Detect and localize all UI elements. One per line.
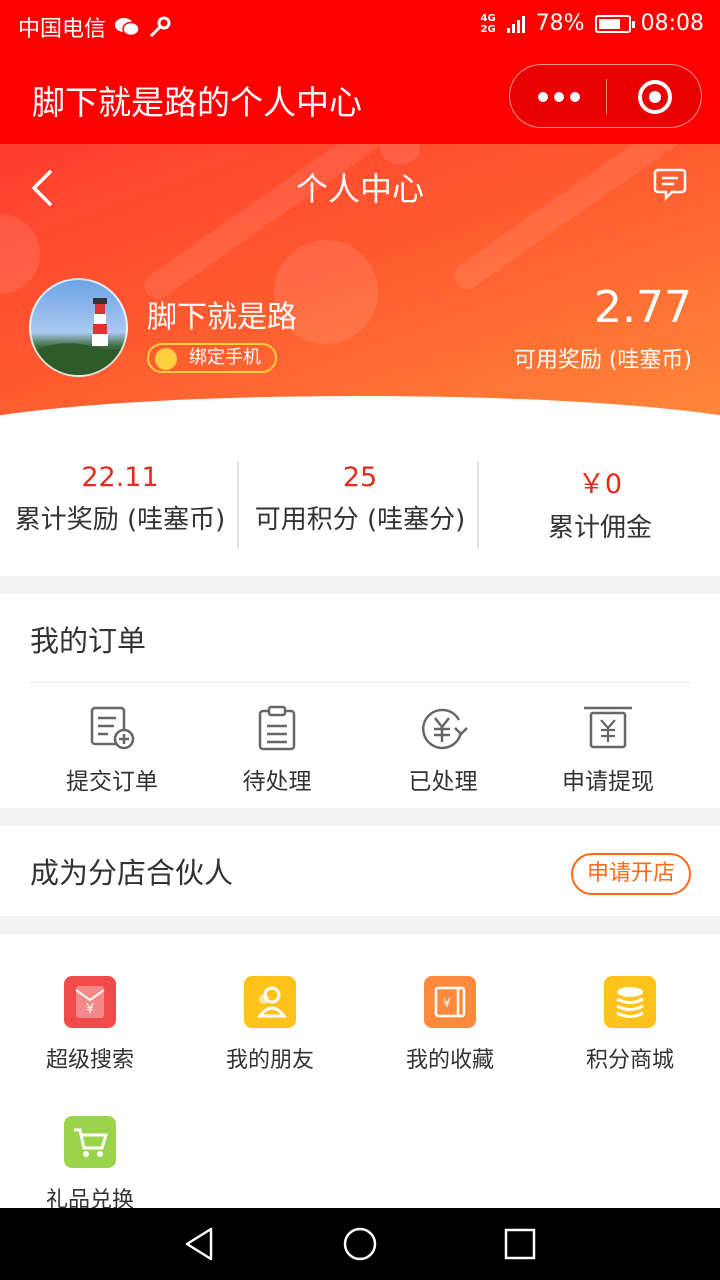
stat-label: 累计奖励 (哇塞币) xyxy=(14,505,226,535)
friends-icon xyxy=(244,976,296,1028)
order-submit[interactable]: 提交订单 xyxy=(27,702,197,796)
orders-divider xyxy=(30,682,690,683)
svg-text:¥: ¥ xyxy=(443,996,451,1010)
clipboard-icon xyxy=(258,705,296,751)
home-nav-icon[interactable] xyxy=(341,1225,379,1263)
submit-order-icon xyxy=(90,706,135,750)
user-name: 脚下就是路 xyxy=(147,300,297,335)
red-envelope-icon: ¥ xyxy=(64,976,116,1028)
back-nav-icon[interactable] xyxy=(181,1225,219,1263)
stat-total-commission[interactable]: ￥0 累计佣金 xyxy=(480,462,720,544)
battery-icon xyxy=(594,14,635,33)
battery-percent: 78% xyxy=(535,11,585,36)
orders-title: 我的订单 xyxy=(30,624,147,658)
profile-header: 个人中心 脚下就是路 绑定手机 2.77 可用奖励 (哇塞币) xyxy=(0,144,720,434)
stat-available-points[interactable]: 25 可用积分 (哇塞分) xyxy=(240,462,480,536)
status-bar: 中国电信 4G 2G 78% 08:08 xyxy=(0,0,720,50)
svg-text:¥: ¥ xyxy=(86,1002,94,1017)
order-processed[interactable]: 已处理 xyxy=(358,702,528,796)
stat-value: 22.11 xyxy=(81,462,159,493)
carrier-label: 中国电信 xyxy=(18,17,107,42)
stat-label: 累计佣金 xyxy=(547,513,652,543)
clock: 08:08 xyxy=(640,11,704,36)
stats-panel: 22.11 累计奖励 (哇塞币) 25 可用积分 (哇塞分) ￥0 累计佣金 xyxy=(0,434,720,576)
favorites-icon: ¥ xyxy=(424,976,476,1028)
feature-gift-exchange[interactable]: 礼品兑换 xyxy=(0,1116,180,1208)
stat-divider xyxy=(237,461,239,549)
capsule-divider xyxy=(606,79,607,115)
feature-label: 超级搜索 xyxy=(45,1048,134,1073)
order-label: 申请提现 xyxy=(562,769,654,795)
feature-label: 我的朋友 xyxy=(225,1048,314,1073)
orders-section: 我的订单 提交订单 待处理 已处理 申请提现 xyxy=(0,594,720,808)
close-mini-program-icon[interactable] xyxy=(638,80,672,114)
capsule-menu xyxy=(509,64,702,128)
more-icon[interactable] xyxy=(538,88,580,106)
cart-icon xyxy=(64,1116,116,1168)
feature-points-mall[interactable]: 积分商城 xyxy=(540,976,720,1074)
stat-label: 可用积分 (哇塞分) xyxy=(254,505,466,535)
mini-program-bar: 脚下就是路的个人中心 xyxy=(0,50,720,144)
feature-label: 我的收藏 xyxy=(405,1048,494,1073)
order-label: 待处理 xyxy=(242,769,312,795)
feature-grid: ¥ 超级搜索 我的朋友 ¥ 我的收藏 积分商城 礼品兑换 xyxy=(0,934,720,1208)
mini-program-title: 脚下就是路的个人中心 xyxy=(32,83,362,122)
message-icon[interactable] xyxy=(652,166,688,202)
recents-nav-icon[interactable] xyxy=(501,1225,539,1263)
balance-value: 2.77 xyxy=(594,282,692,333)
apply-shop-button[interactable]: 申请开店 xyxy=(571,853,691,895)
withdraw-icon xyxy=(584,706,632,749)
page-title: 个人中心 xyxy=(295,170,424,208)
order-pending[interactable]: 待处理 xyxy=(192,702,362,796)
feature-super-search[interactable]: ¥ 超级搜索 xyxy=(0,976,180,1074)
key-icon xyxy=(149,16,171,38)
crown-icon xyxy=(155,348,177,370)
balance-label: 可用奖励 (哇塞币) xyxy=(513,348,692,373)
wechat-icon xyxy=(115,18,140,37)
bind-phone-button[interactable]: 绑定手机 xyxy=(147,343,277,373)
order-label: 已处理 xyxy=(408,769,478,795)
stat-total-reward[interactable]: 22.11 累计奖励 (哇塞币) xyxy=(0,462,240,536)
stat-value: 25 xyxy=(342,462,378,493)
system-nav-bar xyxy=(0,1208,720,1280)
yuan-refresh-icon xyxy=(422,708,468,750)
order-withdraw[interactable]: 申请提现 xyxy=(523,702,693,796)
signal-icon xyxy=(506,15,525,33)
coins-icon xyxy=(604,976,656,1028)
network-type: 4G 2G xyxy=(480,12,496,35)
stat-divider xyxy=(477,461,479,549)
feature-my-favorites[interactable]: ¥ 我的收藏 xyxy=(360,976,540,1074)
lighthouse-image xyxy=(31,298,126,375)
stat-value: ￥0 xyxy=(577,469,623,500)
header-wave xyxy=(0,396,720,434)
order-label: 提交订单 xyxy=(66,769,158,795)
feature-label: 礼品兑换 xyxy=(45,1188,134,1208)
partner-title: 成为分店合伙人 xyxy=(30,856,234,890)
feature-label: 积分商城 xyxy=(585,1048,674,1073)
partner-section: 成为分店合伙人 申请开店 xyxy=(0,826,720,916)
feature-my-friends[interactable]: 我的朋友 xyxy=(180,976,360,1074)
bind-phone-label: 绑定手机 xyxy=(189,347,261,368)
avatar[interactable] xyxy=(29,278,128,377)
